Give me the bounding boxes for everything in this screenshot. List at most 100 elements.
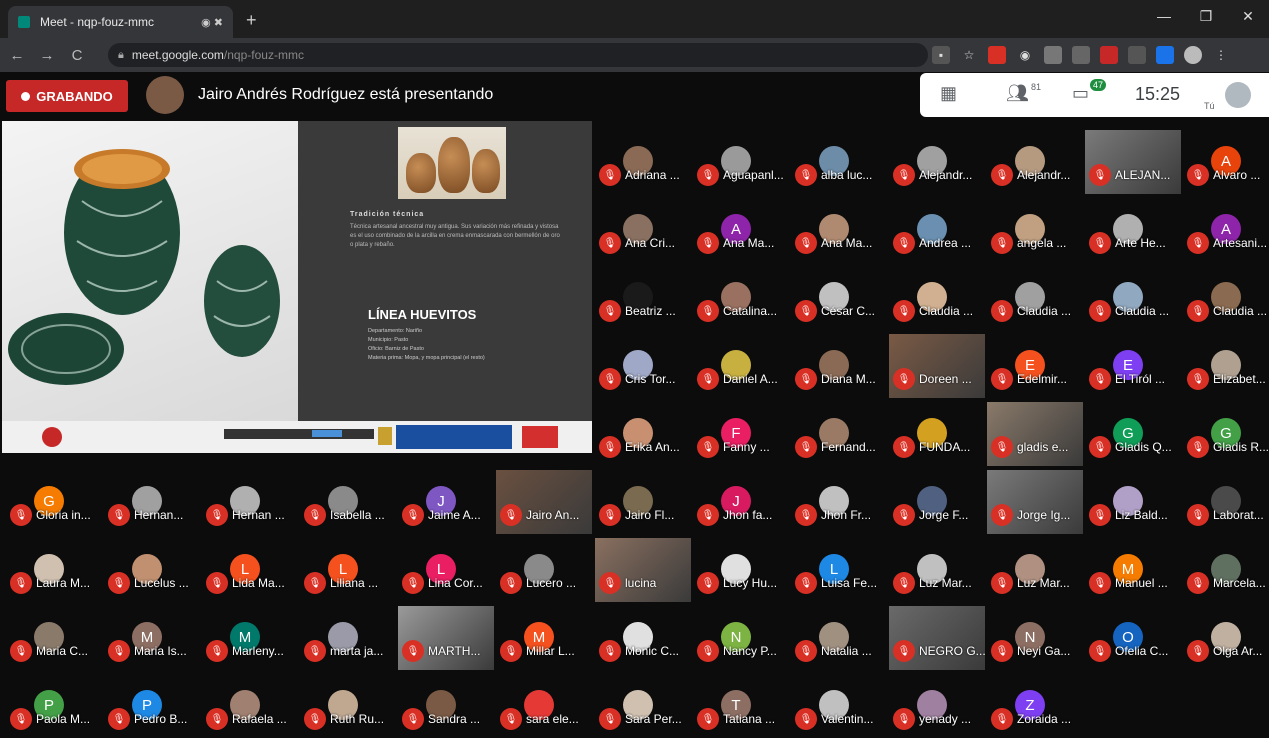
participant-tile[interactable]: 🎙︎ Hernan...: [104, 470, 200, 534]
participant-tile[interactable]: 🎙︎ Jairo An...: [496, 470, 592, 534]
participant-tile[interactable]: J 🎙︎ Jhon fa...: [693, 470, 789, 534]
participant-tile[interactable]: G 🎙︎ Gladis Q...: [1085, 402, 1181, 466]
mic-muted-icon: 🎙︎: [1089, 436, 1111, 458]
participant-tile[interactable]: Z 🎙︎ Zoraida ...: [987, 674, 1083, 738]
participant-tile[interactable]: P 🎙︎ Pedro B...: [104, 674, 200, 738]
mic-muted-icon: 🎙︎: [991, 708, 1013, 730]
participant-tile[interactable]: 🎙︎ lucina: [595, 538, 691, 602]
mic-muted-icon: 🎙︎: [304, 572, 326, 594]
participant-tile[interactable]: 🎙︎ MARTH...: [398, 606, 494, 670]
participant-tile[interactable]: 🎙︎ Maria C...: [6, 606, 102, 670]
mic-muted-icon: 🎙︎: [1089, 164, 1111, 186]
participant-tile[interactable]: 🎙︎ Diana M...: [791, 334, 887, 398]
participant-name: Andrea ...: [919, 236, 972, 250]
participant-tile[interactable]: 🎙︎ ALEJAN...: [1085, 130, 1181, 194]
participant-tile[interactable]: 🎙︎ Monic C...: [595, 606, 691, 670]
participant-tile[interactable]: T 🎙︎ Tatiana ...: [693, 674, 789, 738]
participant-tile[interactable]: 🎙︎ Liz Bald...: [1085, 470, 1181, 534]
participant-tile[interactable]: 🎙︎ Doreen ...: [889, 334, 985, 398]
mic-muted-icon: 🎙︎: [697, 164, 719, 186]
participant-tile[interactable]: 🎙︎ Fernand...: [791, 402, 887, 466]
participant-tile[interactable]: 🎙︎ yenady ...: [889, 674, 985, 738]
participant-tile[interactable]: P 🎙︎ Paola M...: [6, 674, 102, 738]
participant-tile[interactable]: 🎙︎ Cris Tor...: [595, 334, 691, 398]
mic-muted-icon: 🎙︎: [893, 436, 915, 458]
participant-tile[interactable]: 🎙︎ angela ...: [987, 198, 1083, 262]
participant-tile[interactable]: A 🎙︎ Alvaro ...: [1183, 130, 1269, 194]
participant-tile[interactable]: 🎙︎ Claudia ...: [889, 266, 985, 330]
participant-tile[interactable]: M 🎙︎ Maria Is...: [104, 606, 200, 670]
participant-tile[interactable]: 🎙︎ Hernan ...: [202, 470, 298, 534]
participant-tile[interactable]: 🎙︎ Claudia ...: [1183, 266, 1269, 330]
participant-tile[interactable]: 🎙︎ NEGRO G...: [889, 606, 986, 670]
participant-tile[interactable]: 🎙︎ Olga Ar...: [1183, 606, 1269, 670]
participant-tile[interactable]: O 🎙︎ Ofelia C...: [1085, 606, 1181, 670]
participant-tile[interactable]: 🎙︎ marta ja...: [300, 606, 396, 670]
participant-tile[interactable]: 🎙︎ Isabella ...: [300, 470, 396, 534]
mic-muted-icon: 🎙︎: [304, 640, 326, 662]
participant-tile[interactable]: M 🎙︎ Millar L...: [496, 606, 592, 670]
participant-tile[interactable]: L 🎙︎ Liliana ...: [300, 538, 396, 602]
participant-tile[interactable]: M 🎙︎ Marleny...: [202, 606, 298, 670]
participant-tile[interactable]: 🎙︎ Natalia ...: [791, 606, 887, 670]
participant-tile[interactable]: 🎙︎ Luz Mar...: [987, 538, 1083, 602]
mic-muted-icon: 🎙︎: [697, 436, 719, 458]
participant-tile[interactable]: A 🎙︎ Ana Ma...: [693, 198, 789, 262]
participant-name: Ofelia C...: [1115, 644, 1169, 658]
participant-tile[interactable]: N 🎙︎ Nancy P...: [693, 606, 789, 670]
participant-tile[interactable]: 🎙︎ sara ele...: [496, 674, 592, 738]
participant-tile[interactable]: 🎙︎ Elizabet...: [1183, 334, 1269, 398]
participant-tile[interactable]: 🎙︎ Adriana ...: [595, 130, 691, 194]
participant-tile[interactable]: 🎙︎ Rafaela ...: [202, 674, 298, 738]
participant-tile[interactable]: 🎙︎ Ruth Ru...: [300, 674, 396, 738]
participant-tile[interactable]: 🎙︎ Lucelus ...: [104, 538, 200, 602]
participant-tile[interactable]: 🎙︎ Marcela...: [1183, 538, 1269, 602]
participant-name: Luisa Fe...: [821, 576, 878, 590]
participant-tile[interactable]: 🎙︎ Daniel A...: [693, 334, 789, 398]
participant-tile[interactable]: J 🎙︎ Jaime A...: [398, 470, 494, 534]
participant-tile[interactable]: 🎙︎ Sara Per...: [595, 674, 691, 738]
participant-tile[interactable]: 🎙︎ Lucy Hu...: [693, 538, 789, 602]
participant-tile[interactable]: G 🎙︎ Gloria in...: [6, 470, 102, 534]
participant-tile[interactable]: 🎙︎ Andrea ...: [889, 198, 985, 262]
participant-tile[interactable]: 🎙︎ Valentin...: [791, 674, 887, 738]
mic-muted-icon: 🎙︎: [1089, 640, 1111, 662]
participant-tile[interactable]: 🎙︎ Jorge F...: [889, 470, 985, 534]
participant-tile[interactable]: 🎙︎ Sandra ...: [398, 674, 494, 738]
mic-muted-icon: 🎙︎: [206, 640, 228, 662]
participant-tile[interactable]: 🎙︎ César C...: [791, 266, 887, 330]
participant-tile[interactable]: 🎙︎ FUNDA...: [889, 402, 985, 466]
participant-tile[interactable]: N 🎙︎ Neyi Ga...: [987, 606, 1083, 670]
participant-tile[interactable]: 🎙︎ Lucero ...: [496, 538, 592, 602]
participant-tile[interactable]: 🎙︎ gladis e...: [987, 402, 1083, 466]
participant-tile[interactable]: 🎙︎ Laborat...: [1183, 470, 1269, 534]
participant-tile[interactable]: 🎙︎ Arte He...: [1085, 198, 1181, 262]
participant-tile[interactable]: 🎙︎ Ana Cri...: [595, 198, 691, 262]
participant-tile[interactable]: L 🎙︎ Luisa Fe...: [791, 538, 887, 602]
participant-tile[interactable]: E 🎙︎ El Tiról ...: [1085, 334, 1181, 398]
participant-tile[interactable]: 🎙︎ alba luc...: [791, 130, 887, 194]
participant-tile[interactable]: 🎙︎ Jairo Fl...: [595, 470, 691, 534]
participant-tile[interactable]: 🎙︎ Jhon Fr...: [791, 470, 887, 534]
participant-tile[interactable]: 🎙︎ Erika An...: [595, 402, 691, 466]
participant-tile[interactable]: 🎙︎ Alejandr...: [987, 130, 1083, 194]
mic-muted-icon: 🎙︎: [1187, 572, 1209, 594]
participant-tile[interactable]: 🎙︎ Catalina...: [693, 266, 789, 330]
participant-name: Ana Cri...: [625, 236, 676, 250]
participant-tile[interactable]: F 🎙︎ Fanny ...: [693, 402, 789, 466]
participant-tile[interactable]: M 🎙︎ Manuel ...: [1085, 538, 1181, 602]
participant-tile[interactable]: L 🎙︎ Lina Cor...: [398, 538, 494, 602]
participant-tile[interactable]: 🎙︎ Luz Mar...: [889, 538, 985, 602]
participant-tile[interactable]: L 🎙︎ Lida Ma...: [202, 538, 298, 602]
participant-tile[interactable]: 🎙︎ Claudia ...: [987, 266, 1083, 330]
participant-tile[interactable]: G 🎙︎ Gladis R...: [1183, 402, 1269, 466]
participant-tile[interactable]: 🎙︎ Laura M...: [6, 538, 102, 602]
participant-tile[interactable]: 🎙︎ Aguapanl...: [693, 130, 789, 194]
participant-tile[interactable]: 🎙︎ Alejandr...: [889, 130, 985, 194]
participant-tile[interactable]: A 🎙︎ Artesani...: [1183, 198, 1269, 262]
participant-tile[interactable]: 🎙︎ Claudia ...: [1085, 266, 1181, 330]
participant-tile[interactable]: 🎙︎ Beatriz ...: [595, 266, 691, 330]
participant-tile[interactable]: E 🎙︎ Edelmir...: [987, 334, 1083, 398]
participant-tile[interactable]: 🎙︎ Jorge Ig...: [987, 470, 1083, 534]
participant-tile[interactable]: 🎙︎ Ana Ma...: [791, 198, 887, 262]
